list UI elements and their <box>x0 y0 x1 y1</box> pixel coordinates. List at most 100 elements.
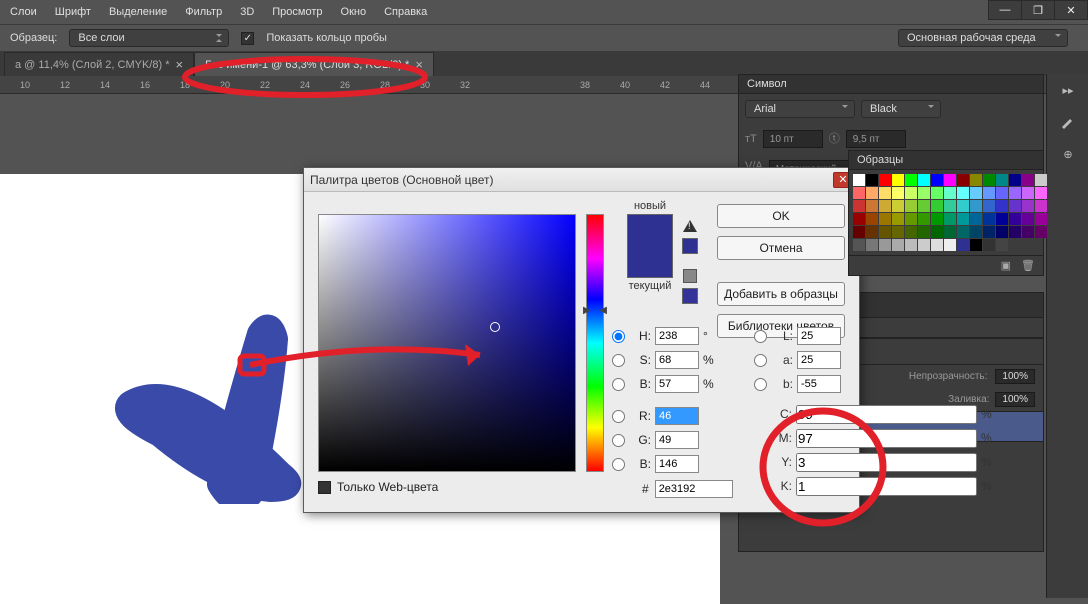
swatch-cell[interactable] <box>905 213 917 225</box>
swatch-cell[interactable] <box>996 239 1008 251</box>
add-swatch-button[interactable]: Добавить в образцы <box>717 282 845 306</box>
sample-dropdown[interactable]: Все слои <box>69 29 229 47</box>
font-family-dropdown[interactable]: Arial <box>745 100 855 118</box>
swatch-cell[interactable] <box>905 200 917 212</box>
a-radio[interactable] <box>754 354 767 367</box>
a-field[interactable] <box>797 351 841 369</box>
document-tab[interactable]: а @ 11,4% (Слой 2, CMYK/8) * × <box>4 52 194 76</box>
hue-slider-arrows[interactable]: ▶◀ <box>583 305 607 316</box>
r-field[interactable] <box>655 407 699 425</box>
swatch-cell[interactable] <box>970 187 982 199</box>
h-radio[interactable] <box>612 330 625 343</box>
swatch-cell[interactable] <box>957 213 969 225</box>
swatch-cell[interactable] <box>931 239 943 251</box>
s-field[interactable] <box>655 351 699 369</box>
swatch-cell[interactable] <box>892 213 904 225</box>
swatch-cell[interactable] <box>853 226 865 238</box>
swatch-cell[interactable] <box>931 174 943 186</box>
b-radio[interactable] <box>612 378 625 391</box>
swatch-cell[interactable] <box>866 213 878 225</box>
delete-swatch-icon[interactable]: 🗑 <box>1021 259 1035 272</box>
swatch-cell[interactable] <box>957 200 969 212</box>
swatch-cell[interactable] <box>1035 226 1047 238</box>
swatch-cell[interactable] <box>1009 174 1021 186</box>
swatch-cell[interactable] <box>879 213 891 225</box>
swatch-cell[interactable] <box>983 213 995 225</box>
websafe-swatch[interactable] <box>682 288 698 304</box>
brush-panel-icon[interactable] <box>1047 106 1088 138</box>
menu-help[interactable]: Справка <box>384 6 427 18</box>
g-field[interactable] <box>655 431 699 449</box>
g-radio[interactable] <box>612 434 625 447</box>
swatch-cell[interactable] <box>957 187 969 199</box>
swatch-cell[interactable] <box>970 226 982 238</box>
gamut-warning-icon[interactable] <box>682 218 698 234</box>
menu-layers[interactable]: Слои <box>10 6 37 18</box>
swatch-cell[interactable] <box>1022 187 1034 199</box>
swatch-cell[interactable] <box>996 226 1008 238</box>
character-tab[interactable]: Символ <box>739 75 1043 94</box>
swatch-cell[interactable] <box>866 187 878 199</box>
swatch-cell[interactable] <box>970 200 982 212</box>
m-field[interactable] <box>796 429 977 448</box>
swatch-cell[interactable] <box>1022 200 1034 212</box>
swatch-cell[interactable] <box>866 200 878 212</box>
sat-cursor[interactable] <box>490 322 500 332</box>
swatch-cell[interactable] <box>879 239 891 251</box>
bv-radio[interactable] <box>612 458 625 471</box>
swatch-cell[interactable] <box>1009 187 1021 199</box>
swatch-cell[interactable] <box>905 174 917 186</box>
swatch-cell[interactable] <box>1022 213 1034 225</box>
swatch-cell[interactable] <box>853 200 865 212</box>
swatch-cell[interactable] <box>1009 226 1021 238</box>
b-field[interactable] <box>655 375 699 393</box>
swatch-cell[interactable] <box>892 174 904 186</box>
l-radio[interactable] <box>754 330 767 343</box>
tab-close-icon[interactable]: × <box>175 57 183 72</box>
swatch-cell[interactable] <box>1035 187 1047 199</box>
k-field[interactable] <box>796 477 977 496</box>
swatches-tab[interactable]: Образцы <box>849 151 1043 170</box>
swatch-cell[interactable] <box>944 226 956 238</box>
swatch-cell[interactable] <box>918 174 930 186</box>
hex-field[interactable] <box>655 480 733 498</box>
color-picker-titlebar[interactable]: Палитра цветов (Основной цвет) ✕ <box>304 168 859 192</box>
swatch-cell[interactable] <box>1035 200 1047 212</box>
swatch-cell[interactable] <box>853 187 865 199</box>
tab-close-icon[interactable]: × <box>415 57 423 72</box>
swatch-cell[interactable] <box>957 226 969 238</box>
clone-source-icon[interactable]: ⊕ <box>1047 138 1088 170</box>
l-field[interactable] <box>797 327 841 345</box>
swatch-cell[interactable] <box>931 226 943 238</box>
swatch-cell[interactable] <box>970 239 982 251</box>
swatch-cell[interactable] <box>892 200 904 212</box>
menu-type[interactable]: Шрифт <box>55 6 91 18</box>
swatch-cell[interactable] <box>983 239 995 251</box>
swatch-cell[interactable] <box>1009 213 1021 225</box>
swatch-cell[interactable] <box>944 200 956 212</box>
hue-slider[interactable] <box>586 214 604 472</box>
swatch-cell[interactable] <box>944 213 956 225</box>
swatch-cell[interactable] <box>1035 174 1047 186</box>
websafe-warning-icon[interactable] <box>682 268 698 284</box>
leading-field[interactable]: 9,5 пт <box>846 130 906 148</box>
swatch-cell[interactable] <box>918 187 930 199</box>
saturation-brightness-box[interactable] <box>318 214 576 472</box>
font-size-field[interactable]: 10 пт <box>763 130 823 148</box>
swatch-cell[interactable] <box>996 174 1008 186</box>
swatch-cell[interactable] <box>931 213 943 225</box>
cancel-button[interactable]: Отмена <box>717 236 845 260</box>
swatch-cell[interactable] <box>853 213 865 225</box>
swatch-grid[interactable] <box>849 170 1043 255</box>
lab-b-field[interactable] <box>797 375 841 393</box>
swatch-cell[interactable] <box>931 200 943 212</box>
h-field[interactable] <box>655 327 699 345</box>
s-radio[interactable] <box>612 354 625 367</box>
menu-window[interactable]: Окно <box>341 6 367 18</box>
swatch-cell[interactable] <box>905 187 917 199</box>
window-close-button[interactable]: ✕ <box>1054 0 1088 20</box>
swatch-cell[interactable] <box>944 187 956 199</box>
swatch-cell[interactable] <box>892 187 904 199</box>
swatch-cell[interactable] <box>996 213 1008 225</box>
y-field[interactable] <box>796 453 977 472</box>
